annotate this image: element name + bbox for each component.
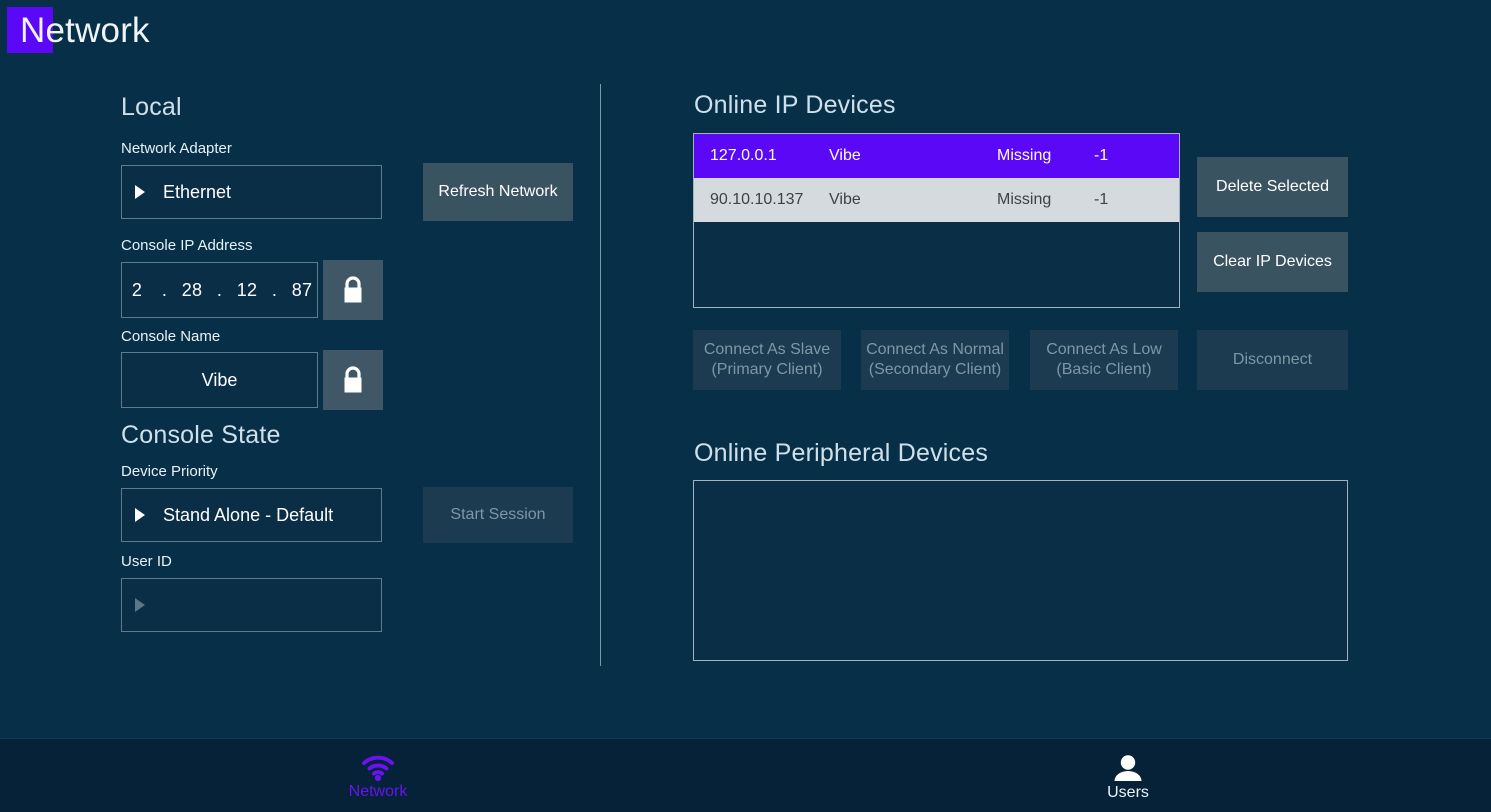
connect-as-slave-line2: (Primary Client) <box>711 361 823 378</box>
device-priority-label: Device Priority <box>121 463 218 480</box>
chevron-right-icon <box>135 185 145 199</box>
device-name: Vibe <box>829 191 861 208</box>
ip-separator: . <box>161 279 168 300</box>
bottom-navigation-bar: Network Users <box>0 738 1491 812</box>
console-name-label: Console Name <box>121 328 221 345</box>
connect-as-low-button[interactable]: Connect As Low (Basic Client) <box>1030 330 1178 390</box>
device-name: Vibe <box>829 147 861 164</box>
connect-as-slave-line1: Connect As Slave <box>703 341 831 358</box>
console-name-value: Vibe <box>201 369 238 390</box>
peripheral-devices-list[interactable] <box>693 480 1348 661</box>
local-section-heading: Local <box>121 93 182 121</box>
console-ip-lock-button[interactable] <box>323 260 383 320</box>
table-row[interactable]: 127.0.0.1 Vibe Missing -1 <box>694 134 1179 178</box>
ip-devices-list[interactable]: 127.0.0.1 Vibe Missing -1 90.10.10.137 V… <box>693 133 1180 308</box>
user-icon <box>1114 755 1142 781</box>
connect-as-normal-button[interactable]: Connect As Normal (Secondary Client) <box>861 330 1009 390</box>
lock-closed-icon <box>344 276 362 303</box>
console-ip-label: Console IP Address <box>121 237 253 254</box>
user-id-dropdown[interactable] <box>121 578 382 632</box>
table-row[interactable]: 90.10.10.137 Vibe Missing -1 <box>694 178 1179 222</box>
device-value: -1 <box>1094 147 1109 164</box>
ip-separator: . <box>271 279 278 300</box>
page-title-text: Network <box>20 11 150 50</box>
panel-divider <box>600 84 601 666</box>
ip-separator: . <box>216 279 223 300</box>
disconnect-button[interactable]: Disconnect <box>1197 330 1348 390</box>
connect-as-low-line1: Connect As Low <box>1046 341 1162 358</box>
wifi-icon <box>362 755 394 781</box>
device-status: Missing <box>997 191 1052 208</box>
ip-octet-4: 87 <box>291 279 313 300</box>
network-adapter-value: Ethernet <box>163 181 232 202</box>
nav-item-network[interactable]: Network <box>313 745 443 811</box>
console-name-input[interactable]: Vibe <box>121 352 318 408</box>
network-adapter-dropdown[interactable]: Ethernet <box>121 165 382 219</box>
nav-item-users-label: Users <box>1107 784 1149 801</box>
page-title: Network <box>0 0 150 62</box>
connect-as-low-line2: (Basic Client) <box>1056 361 1152 378</box>
device-status: Missing <box>997 147 1052 164</box>
nav-item-users[interactable]: Users <box>1063 745 1193 811</box>
online-ip-devices-heading: Online IP Devices <box>694 91 896 119</box>
online-peripheral-devices-heading: Online Peripheral Devices <box>694 439 989 467</box>
lock-closed-icon <box>344 366 362 393</box>
delete-selected-button[interactable]: Delete Selected <box>1197 157 1348 217</box>
clear-ip-devices-button[interactable]: Clear IP Devices <box>1197 232 1348 292</box>
ip-octet-1: 2 <box>131 279 143 300</box>
console-ip-value: 2 . 28 . 12 . 87 <box>122 280 317 301</box>
network-adapter-label: Network Adapter <box>121 140 232 157</box>
device-value: -1 <box>1094 191 1109 208</box>
connect-as-slave-button[interactable]: Connect As Slave (Primary Client) <box>693 330 841 390</box>
connect-as-normal-line2: (Secondary Client) <box>868 361 1002 378</box>
device-ip: 90.10.10.137 <box>710 191 804 208</box>
connect-as-normal-line1: Connect As Normal <box>866 341 1004 358</box>
console-ip-input[interactable]: 2 . 28 . 12 . 87 <box>121 262 318 318</box>
console-state-heading: Console State <box>121 421 281 449</box>
ip-octet-3: 12 <box>236 279 258 300</box>
device-priority-value: Stand Alone - Default <box>163 504 334 525</box>
refresh-network-button[interactable]: Refresh Network <box>423 163 573 221</box>
ip-octet-2: 28 <box>181 279 203 300</box>
user-id-label: User ID <box>121 553 172 570</box>
start-session-button[interactable]: Start Session <box>423 487 573 543</box>
device-priority-dropdown[interactable]: Stand Alone - Default <box>121 488 382 542</box>
chevron-right-icon <box>135 508 145 522</box>
nav-item-network-label: Network <box>348 783 408 800</box>
console-name-lock-button[interactable] <box>323 350 383 410</box>
chevron-right-icon <box>135 598 145 612</box>
device-ip: 127.0.0.1 <box>710 147 777 164</box>
